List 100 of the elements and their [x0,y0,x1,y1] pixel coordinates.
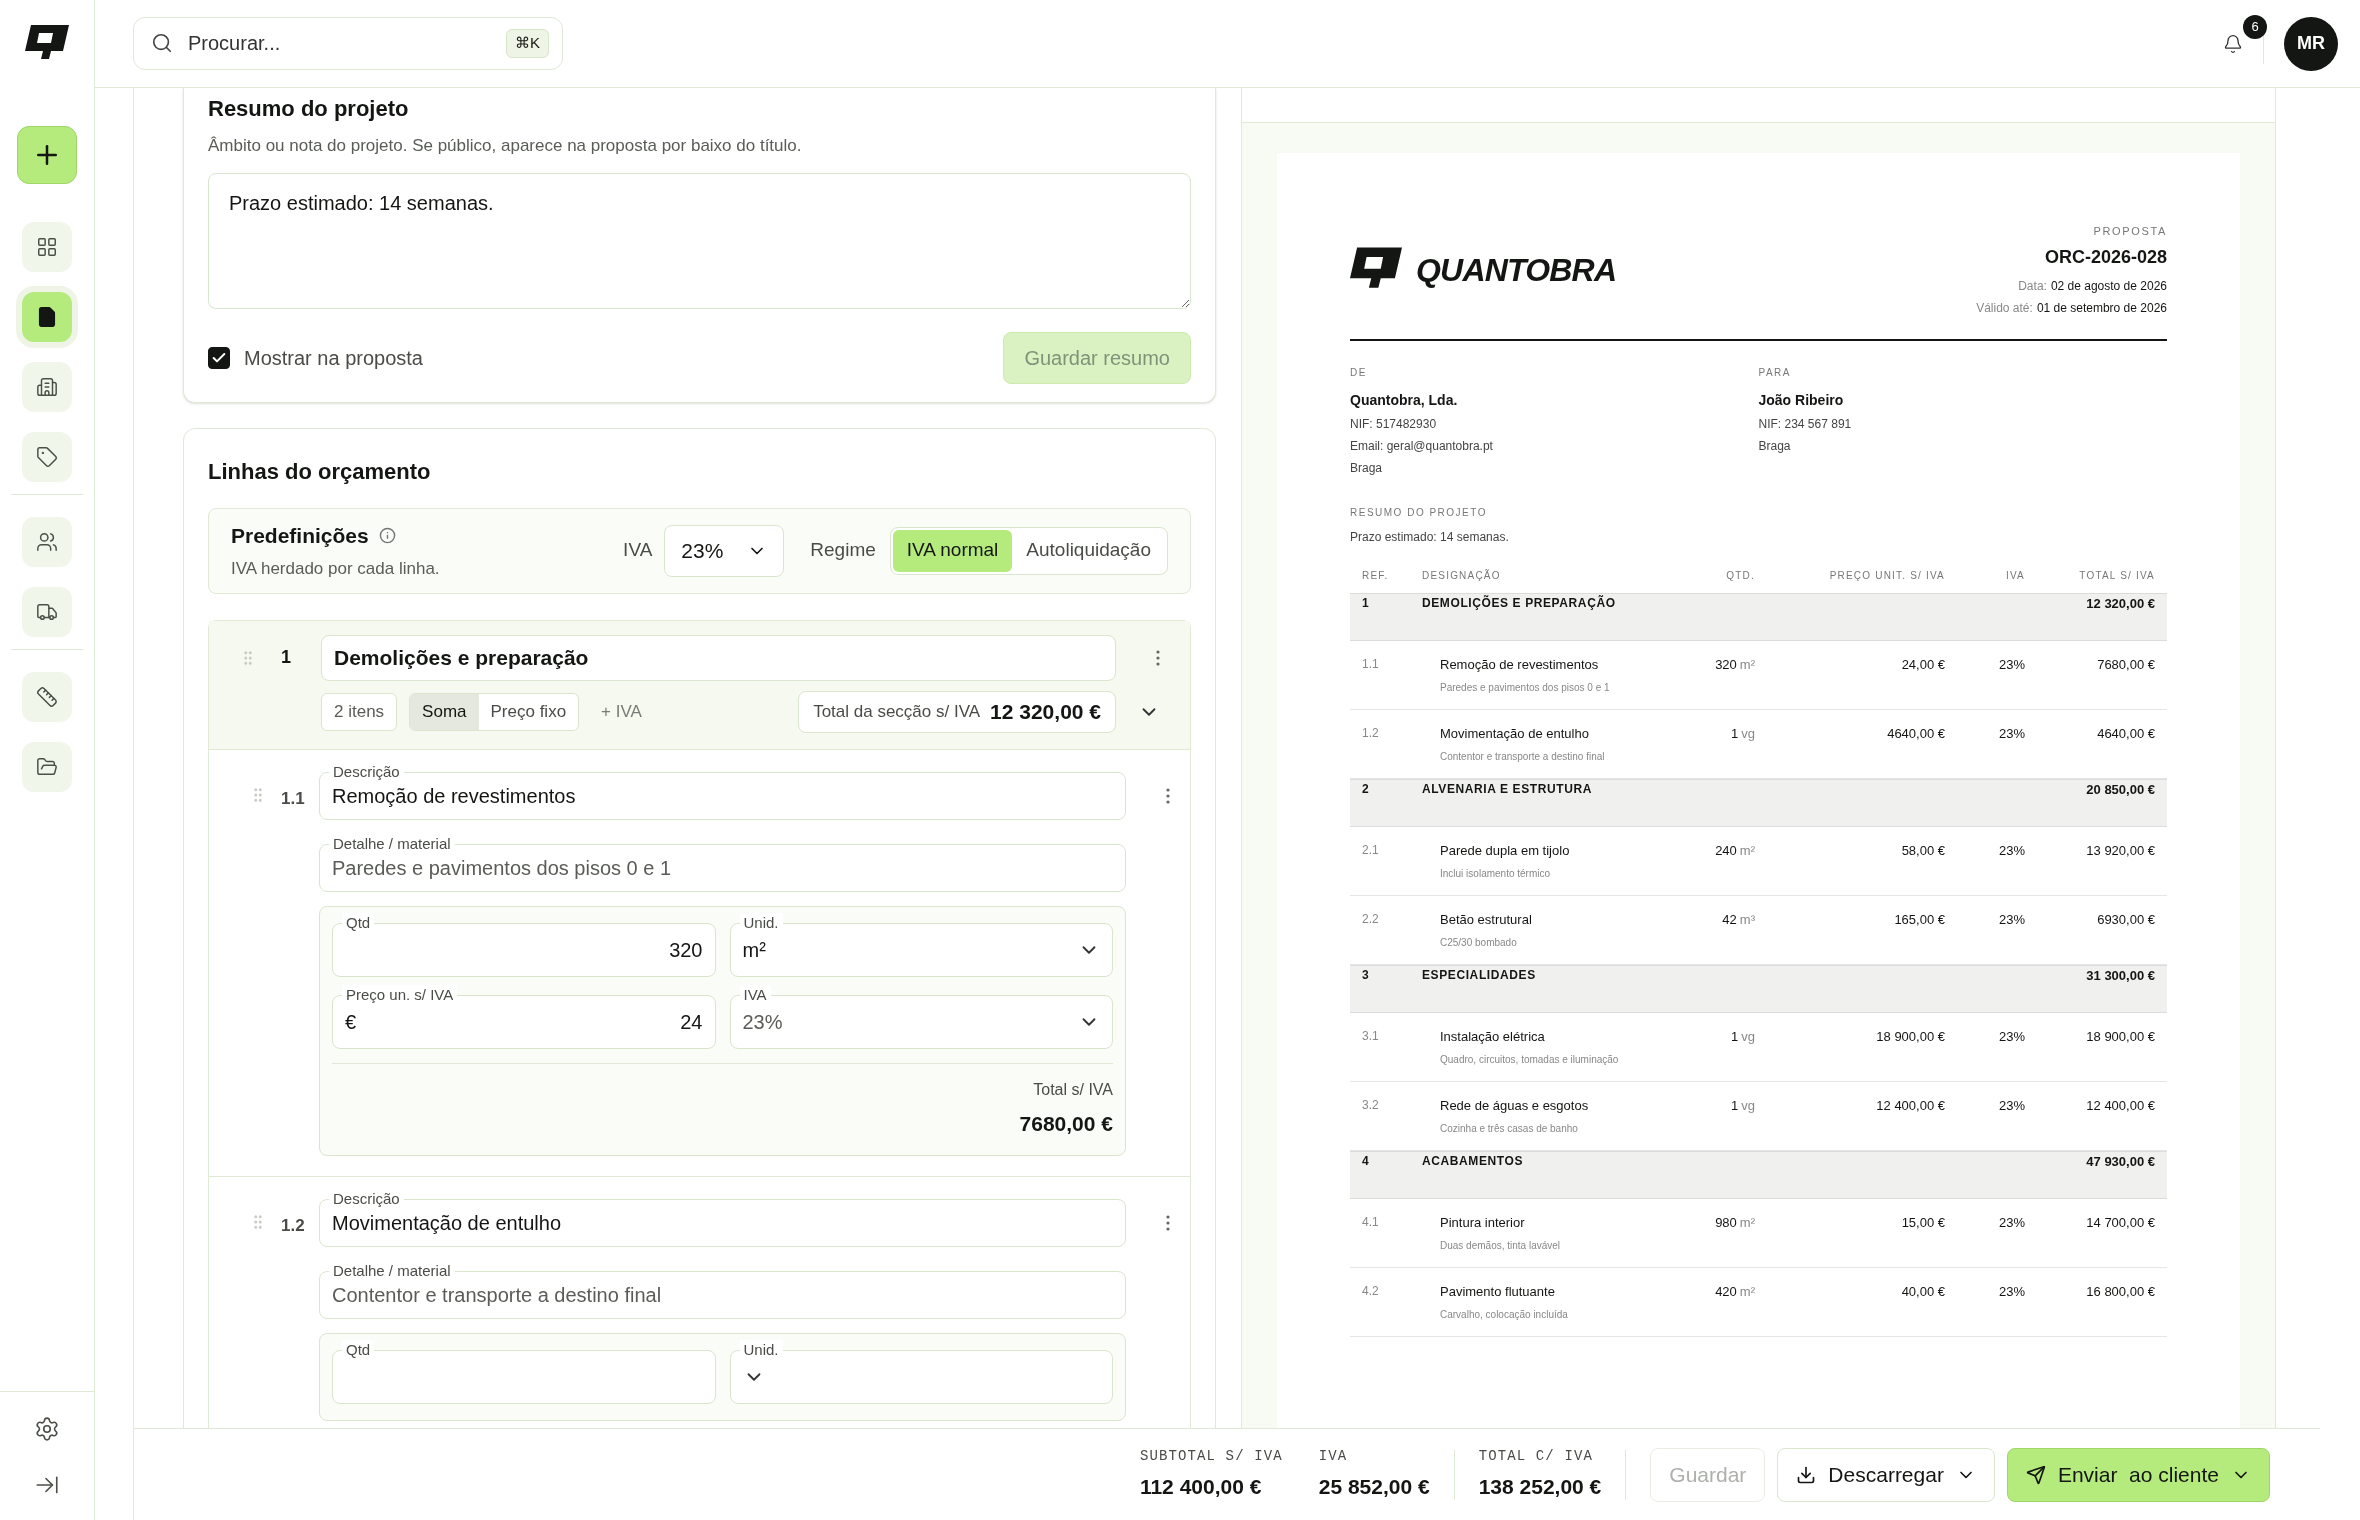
users-icon [36,531,58,553]
party-detail: Braga [1758,437,1792,455]
party-detail: Email: geral@quantobra.pt [1350,437,1494,455]
download-button[interactable]: Descarregar [1777,1447,1995,1502]
sidebar-nav-item[interactable] [22,222,72,272]
more-icon[interactable] [1166,1215,1170,1231]
table-cell-text: 23% [1997,910,2025,929]
total-value: 112 400,00 € [1139,1474,1263,1501]
party-detail: Braga [1350,459,1384,477]
brand-name: QUANTOBRA [1416,250,1617,290]
user-avatar[interactable]: MR [2284,16,2338,71]
column-header: IVA [2005,568,2025,583]
notification-badge: 6 [2243,14,2267,39]
vat-select[interactable]: 23% [664,524,785,577]
document-icon [36,306,58,328]
sidebar-nav-item[interactable] [22,742,72,792]
party-label: DE [1350,365,1368,380]
table-cell-text: 40,00 € [1900,1282,1945,1301]
sidebar-nav-item[interactable] [22,672,72,722]
unit-text: vg [1741,1096,1755,1115]
sidebar-nav-item[interactable] [22,587,72,637]
table-cell-text: 6930,00 € [2096,910,2155,929]
total-label: TOTAL C/ IVA [1478,1447,1594,1467]
table-cell-text: 15,00 € [1900,1213,1945,1232]
item-name: Parede dupla em tijolo [1440,841,1571,860]
unit-text: m² [1739,841,1755,860]
regime-option[interactable]: Autoliquidação [1012,529,1165,572]
valid-until-date: 01 de setembro de 2026 [2036,299,2167,317]
party-name: João Ribeiro [1758,390,1845,410]
section-title: ACABAMENTOS [1422,1152,1525,1170]
table-cell-text: 7680,00 € [2096,655,2155,674]
table-cell-text: 23% [1997,1027,2025,1046]
presets-subtitle: IVA herdado por cada linha. [231,557,440,580]
checkbox[interactable] [208,346,230,369]
party-detail: NIF: 517482930 [1350,415,1438,433]
item-detail: Quadro, circuitos, tomadas e iluminação [1440,1053,1620,1067]
table-cell-text: 3.2 [1362,1096,1380,1114]
table-cell-text: 23% [1997,724,2025,743]
unit-text: m³ [1739,910,1755,929]
column-header: PREÇO UNIT. S/ IVA [1828,568,1945,583]
total-value: 25 852,00 € [1318,1474,1430,1501]
column-header: DESIGNAÇÃO [1422,568,1502,583]
section-ref: 1 [1362,594,1370,612]
table-cell-text: 420 [1715,1282,1737,1301]
send-button[interactable]: Enviar ao cliente [2006,1447,2270,1502]
column-header: REF. [1362,568,1390,583]
ruler-icon [36,686,58,708]
table-cell-text: 1 [1731,1096,1739,1115]
mode-option[interactable]: Soma [410,693,479,730]
settings-button[interactable] [34,1416,60,1442]
regime-option[interactable]: IVA normal [892,529,1013,572]
party-name: Quantobra, Lda. [1350,390,1459,410]
item-number: 1.2 [281,1215,305,1237]
table-cell-text: 23% [1997,841,2025,860]
summary-textarea[interactable]: Prazo estimado: 14 semanas. [208,172,1191,309]
date-label: Data: [2018,277,2047,295]
sidebar-nav-item[interactable] [22,362,72,412]
download-icon [1796,1464,1817,1485]
item-name: Instalação elétrica [1440,1027,1546,1046]
section-ref: 4 [1362,1152,1370,1170]
document-number: ORC-2026-028 [2044,245,2167,269]
vat-note: + IVA [601,700,642,723]
add-button[interactable] [17,126,77,184]
table-cell-text: 23% [1997,655,2025,674]
unit-text: vg [1741,1027,1755,1046]
total-label: IVA [1318,1447,1349,1467]
table-cell-text: 1 [1731,1027,1739,1046]
section-total: 12 320,00 € [2085,594,2155,613]
item-name: Betão estrutural [1440,910,1533,929]
total-label: SUBTOTAL S/ IVA [1139,1447,1283,1467]
unit-text: m² [1739,1213,1755,1232]
section-ref: 3 [1362,966,1370,984]
notifications-button[interactable] [2223,32,2243,55]
total-value: 138 252,00 € [1478,1474,1602,1501]
table-cell-text: 14 700,00 € [2085,1213,2155,1232]
more-icon[interactable] [1166,787,1170,804]
column-header: QTD. [1725,568,1755,583]
summary-label: RESUMO DO PROJETO [1350,505,1488,520]
unit-text: m² [1739,655,1755,674]
item-detail: Contentor e transporte a destino final [1440,750,1606,764]
presets-title: Predefinições [231,523,369,549]
vat-label: IVA [623,538,653,563]
checkbox-label: Mostrar na proposta [244,345,423,371]
document-date: 02 de agosto de 2026 [2050,277,2167,295]
table-cell-text: 23% [1997,1282,2025,1301]
info-icon [378,527,396,545]
section-title: ESPECIALIDADES [1422,966,1537,984]
folder-icon [36,756,58,778]
item-detail: Inclui isolamento térmico [1440,867,1552,881]
item-detail: C25/30 bombado [1440,936,1518,950]
shortcut-hint: ⌘K [506,29,549,58]
document-type: PROPOSTA [2093,224,2167,239]
section-title-field[interactable]: Demolições e preparação [321,634,1116,681]
regime-label: Regime [810,538,876,563]
table-cell-text: 3.1 [1362,1027,1380,1045]
more-icon[interactable] [1156,649,1160,666]
mode-option[interactable]: Preço fixo [478,693,579,730]
item-name: Rede de águas e esgotos [1440,1096,1590,1115]
item-number: 1.1 [281,787,305,810]
card-title: Resumo do projeto [208,95,410,123]
